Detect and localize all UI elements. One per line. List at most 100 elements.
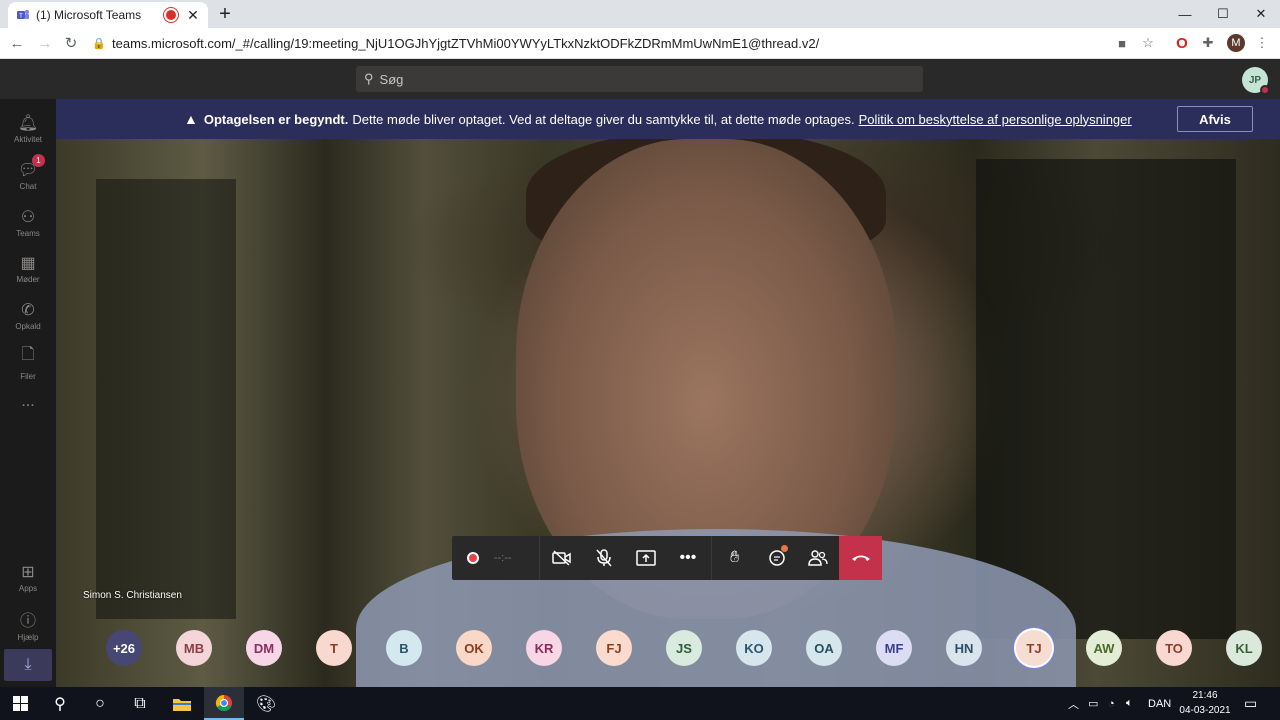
status-busy-icon bbox=[1260, 85, 1270, 95]
hang-up-icon bbox=[851, 555, 870, 561]
chat-badge: 1 bbox=[32, 154, 45, 167]
warning-icon: ▲ bbox=[184, 111, 198, 127]
rail-item-apps[interactable]: ⊞ Apps bbox=[0, 554, 56, 600]
language-indicator[interactable]: DAN bbox=[1148, 687, 1171, 720]
rail-item-help[interactable]: ⓘ Hjælp bbox=[0, 601, 56, 647]
phone-icon: ✆ bbox=[21, 301, 35, 319]
search-taskbar-button[interactable]: ⚲ bbox=[40, 687, 80, 720]
back-icon[interactable]: ← bbox=[6, 32, 28, 54]
minimize-button[interactable]: — bbox=[1166, 0, 1204, 28]
search-icon: ⚲ bbox=[364, 71, 374, 86]
rail-label: Teams bbox=[16, 228, 40, 238]
download-button[interactable]: ⤓ bbox=[4, 649, 52, 681]
search-input[interactable]: ⚲ Søg bbox=[356, 66, 923, 92]
help-icon: ⓘ bbox=[19, 612, 36, 630]
paint-icon: 🎨︎ bbox=[255, 695, 277, 713]
battery-icon[interactable]: ▭ bbox=[1088, 687, 1098, 720]
participant-avatar[interactable]: KO bbox=[736, 630, 772, 666]
share-screen-button[interactable] bbox=[625, 536, 667, 580]
participant-avatar[interactable]: T bbox=[316, 630, 352, 666]
window-close-button[interactable]: ✕ bbox=[1242, 0, 1280, 28]
bell-icon: 🔔︎ bbox=[17, 114, 39, 132]
rail-item-chat[interactable]: 💬︎ Chat 1 bbox=[0, 152, 56, 198]
svg-text:T: T bbox=[19, 14, 23, 20]
clock-time: 21:46 bbox=[1192, 690, 1218, 701]
opera-extension-icon[interactable]: O bbox=[1172, 33, 1192, 53]
profile-button[interactable]: M bbox=[1226, 33, 1246, 53]
rail-item-activity[interactable]: 🔔︎ Aktivitet bbox=[0, 105, 56, 151]
profile-avatar: M bbox=[1227, 34, 1245, 52]
participant-avatar[interactable]: HN bbox=[946, 630, 982, 666]
address-bar[interactable]: 🔒 teams.microsoft.com/_#/calling/19:meet… bbox=[88, 31, 1100, 55]
bookmark-star-icon[interactable]: ☆ bbox=[1138, 33, 1158, 53]
reload-icon[interactable]: ↻ bbox=[60, 32, 82, 54]
meeting-chat-button[interactable] bbox=[756, 536, 798, 580]
hang-up-button[interactable] bbox=[839, 536, 882, 580]
recording-indicator-icon bbox=[166, 10, 176, 20]
volume-icon[interactable]: 🔈︎ bbox=[1126, 687, 1133, 720]
privacy-policy-link[interactable]: Politik om beskyttelse af personlige opl… bbox=[859, 112, 1132, 127]
cortana-icon: ○ bbox=[95, 694, 105, 712]
rail-label: Aktivitet bbox=[13, 134, 42, 144]
task-view-button[interactable]: ⧉ bbox=[120, 687, 160, 720]
file-explorer-button[interactable] bbox=[162, 687, 202, 720]
windows-logo-icon bbox=[12, 696, 28, 711]
camera-indicator-icon[interactable]: ■ bbox=[1112, 33, 1132, 53]
participant-avatar[interactable]: MB bbox=[176, 630, 212, 666]
recording-banner: ▲ Optagelsen er begyndt. Dette møde bliv… bbox=[56, 99, 1280, 139]
participant-avatar[interactable]: B bbox=[386, 630, 422, 666]
participant-avatar[interactable]: OA bbox=[806, 630, 842, 666]
participant-avatar[interactable]: KL bbox=[1226, 630, 1262, 666]
taskbar-clock[interactable]: 21:46 04-03-2021 bbox=[1172, 688, 1238, 719]
more-icon: ••• bbox=[679, 549, 697, 566]
participant-avatar[interactable]: TO bbox=[1156, 630, 1192, 666]
participant-avatar[interactable]: JS bbox=[666, 630, 702, 666]
participant-avatar[interactable]: DM bbox=[246, 630, 282, 666]
rail-label: Opkald bbox=[15, 321, 41, 331]
video-feed bbox=[56, 99, 1280, 687]
dismiss-button[interactable]: Afvis bbox=[1177, 106, 1253, 132]
calendar-icon: ▦ bbox=[20, 254, 36, 272]
download-icon: ⤓ bbox=[24, 656, 32, 673]
banner-text: Dette møde bliver optaget. Ved at deltag… bbox=[352, 111, 855, 127]
browser-menu-icon[interactable]: ⋮ bbox=[1252, 33, 1272, 53]
mic-toggle-button[interactable] bbox=[583, 536, 625, 580]
rail-item-more[interactable]: ... bbox=[0, 380, 56, 426]
notifications-icon[interactable]: ▭ bbox=[1244, 687, 1257, 720]
participant-avatar[interactable]: MF bbox=[876, 630, 912, 666]
participant-avatar[interactable]: OK bbox=[456, 630, 492, 666]
lock-icon: 🔒 bbox=[92, 37, 106, 50]
participant-avatar[interactable]: KR bbox=[526, 630, 562, 666]
chrome-taskbar-button[interactable] bbox=[204, 687, 244, 720]
more-actions-button[interactable]: ••• bbox=[667, 536, 709, 580]
tab-close-button[interactable]: ✕ bbox=[186, 7, 200, 24]
participants-button[interactable] bbox=[797, 536, 839, 580]
camera-toggle-button[interactable] bbox=[542, 536, 584, 580]
wifi-icon[interactable]: ◔ bbox=[1108, 687, 1115, 720]
rail-item-meetings[interactable]: ▦ Møder bbox=[0, 245, 56, 291]
user-avatar[interactable]: JP bbox=[1242, 67, 1270, 95]
forward-icon[interactable]: → bbox=[34, 32, 56, 54]
participant-avatar[interactable]: TJ bbox=[1016, 630, 1052, 666]
teams-favicon-icon: T bbox=[17, 10, 29, 20]
mic-off-icon bbox=[596, 549, 612, 567]
rail-item-calls[interactable]: ✆ Opkald bbox=[0, 292, 56, 338]
new-tab-button[interactable]: + bbox=[214, 3, 236, 26]
paint-app-button[interactable]: 🎨︎ bbox=[246, 687, 286, 720]
extensions-icon[interactable]: ✚ bbox=[1198, 33, 1218, 53]
start-button[interactable] bbox=[0, 687, 40, 720]
tray-chevron-icon[interactable]: ︿ bbox=[1068, 687, 1079, 720]
raise-hand-button[interactable]: ✋︎ bbox=[714, 536, 756, 580]
maximize-button[interactable]: ☐ bbox=[1204, 0, 1242, 28]
browser-tab-bar: T (1) Microsoft Teams ✕ + — ☐ ✕ bbox=[0, 0, 1280, 28]
participant-avatar[interactable]: +26 bbox=[106, 630, 142, 666]
rail-item-teams[interactable]: ⚇ Teams bbox=[0, 199, 56, 245]
rail-item-files[interactable]: 🗋︎ Filer bbox=[0, 339, 56, 385]
teams-icon: ⚇ bbox=[20, 208, 36, 226]
browser-tab[interactable]: T (1) Microsoft Teams ✕ bbox=[8, 2, 208, 28]
record-button[interactable] bbox=[452, 536, 494, 580]
participant-avatar[interactable]: AW bbox=[1086, 630, 1122, 666]
folder-icon bbox=[173, 698, 191, 711]
cortana-button[interactable]: ○ bbox=[80, 687, 120, 720]
participant-avatar[interactable]: FJ bbox=[596, 630, 632, 666]
